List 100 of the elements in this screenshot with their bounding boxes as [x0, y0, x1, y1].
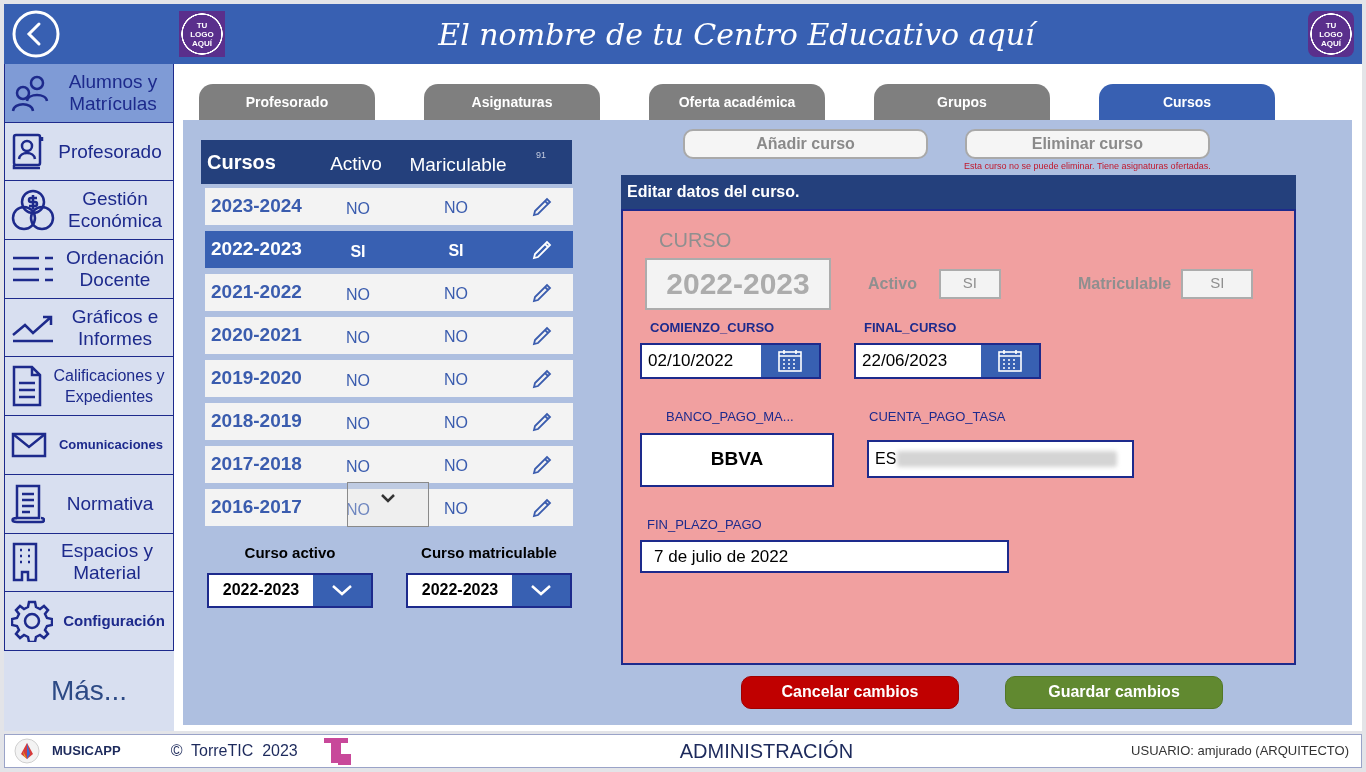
cancel-button[interactable]: Cancelar cambios [741, 675, 959, 709]
calendar-icon [997, 349, 1023, 373]
edit-icon[interactable] [531, 410, 553, 433]
document-icon [11, 365, 43, 408]
active-cell-text: NO [345, 284, 371, 305]
enrollable-cell-text: NO [443, 455, 469, 476]
course-cell-text: 2016-2017 [210, 495, 303, 520]
sidebar-item[interactable]: Calificaciones y Expedientes [4, 356, 174, 417]
table-row[interactable]: 2018-2019 NO NO [205, 403, 573, 440]
field-label: Curso matriculable [421, 543, 557, 563]
back-icon[interactable] [12, 10, 60, 58]
course-cell-text: 2022-2023 [210, 237, 303, 262]
edit-icon[interactable] [531, 238, 553, 261]
tab[interactable]: Asignaturas [424, 84, 600, 120]
edit-icon[interactable] [531, 324, 553, 347]
column-header: Activo [329, 151, 383, 176]
column-header: Cursos [206, 150, 277, 175]
tab[interactable]: Grupos [874, 84, 1050, 120]
enrollable-cell-text: NO [443, 326, 469, 347]
enrollable-cell-text: NO [443, 498, 469, 519]
field-label: Curso activo [244, 543, 336, 563]
edit-icon[interactable] [531, 281, 553, 304]
active-cell-text: SI [349, 241, 367, 262]
field-label: CUENTA_PAGO_TASA [868, 408, 1007, 426]
course-cell-text: 2023-2024 [210, 194, 303, 219]
chevron-down-icon [380, 493, 396, 503]
field-label: BANCO_PAGO_MA... [665, 408, 795, 426]
field-label: FINAL_CURSO [863, 318, 958, 337]
sidebar-item[interactable]: Configuración [4, 591, 174, 651]
table-row[interactable]: 2019-2020 NO NO [205, 360, 573, 397]
enrollable-cell-text: NO [443, 412, 469, 433]
save-button[interactable]: Guardar cambios [1005, 675, 1223, 709]
field-label: Activo [868, 273, 917, 294]
table-row[interactable]: 2023-2024 NO NO [205, 188, 573, 225]
dropdown-popup[interactable] [347, 482, 429, 527]
edit-icon[interactable] [531, 496, 553, 519]
sidebar-item[interactable]: Gestión Económica [4, 180, 174, 241]
tower-logo-icon [321, 736, 352, 766]
table-row[interactable]: 2020-2021 NO NO [205, 317, 573, 354]
course-cell-text: 2021-2022 [210, 280, 303, 305]
chevron-down-icon [331, 584, 353, 596]
app-logo-icon [14, 738, 40, 764]
app-title: El nombre de tu Centro Educativo aquí [225, 11, 1308, 57]
app-name: MUSICAPP [52, 742, 121, 761]
chevron-down-icon [530, 584, 552, 596]
sidebar-item[interactable]: Alumnos y Matrículas [4, 63, 174, 123]
calendar-icon [777, 349, 803, 373]
tab[interactable]: Oferta académica [649, 84, 825, 120]
date-field[interactable]: 22/06/2023 [854, 343, 1041, 379]
enrollable-cell-text: NO [443, 197, 469, 218]
sidebar-item[interactable]: Gráficos e Informes [4, 297, 174, 358]
table-row[interactable]: 2021-2022 NO NO [205, 274, 573, 311]
dropdown[interactable]: 2022-2023 [406, 572, 572, 608]
active-cell-text: NO [345, 198, 371, 219]
scroll-icon [11, 483, 45, 524]
section-title: ADMINISTRACIÓN [679, 739, 854, 764]
form-title: Editar datos del curso. [621, 174, 1296, 209]
sidebar-item[interactable]: Profesorado [4, 121, 174, 182]
table-row[interactable]: 2022-2023 SI SI [205, 231, 573, 268]
record-count: 91 [536, 149, 546, 163]
envelope-icon [11, 431, 47, 458]
enrollable-cell-text: NO [443, 283, 469, 304]
bank-field[interactable]: BBVA [640, 432, 834, 487]
enrollable-cell-text: NO [443, 369, 469, 390]
enrollable-cell-text: SI [447, 240, 465, 261]
column-header: Mariculable [408, 152, 508, 177]
active-cell-text: NO [345, 327, 371, 348]
field-label: COMIENZO_CURSO [649, 318, 776, 337]
active-cell-text: NO [345, 413, 371, 434]
account-field[interactable]: ES [867, 439, 1134, 478]
sidebar-item[interactable]: Comunicaciones [4, 415, 174, 475]
active-cell-text: NO [345, 456, 371, 477]
building-icon [11, 542, 39, 583]
course-cell-text: 2017-2018 [210, 452, 303, 477]
logo-badge: TU LOGO AQUÍ [179, 11, 225, 57]
sidebar-item[interactable]: Ordenación Docente [4, 239, 174, 299]
contact-book-icon [11, 132, 45, 171]
table-row[interactable]: 2017-2018 NO NO [205, 446, 573, 483]
tab[interactable]: Profesorado [199, 84, 375, 120]
sidebar-item[interactable]: Normativa [4, 473, 174, 534]
error-message: Esta curso no se puede eliminar. Tiene asignaturas ofertadas. [964, 160, 1211, 173]
tab[interactable]: Cursos [1099, 84, 1275, 120]
dropdown[interactable]: 2022-2023 [207, 572, 373, 608]
copyright-text: © TorreTIC 2023 [170, 741, 298, 761]
edit-icon[interactable] [531, 453, 553, 476]
user-label: USUARIO: amjurado (ARQUITECTO) [1131, 742, 1349, 761]
edit-icon[interactable] [531, 367, 553, 390]
settings-icon [11, 600, 53, 643]
logo-badge: TU LOGO AQUÍ [1308, 11, 1354, 57]
active-field[interactable]: SI [938, 268, 1001, 299]
sidebar-item[interactable]: Espacios y Material [4, 532, 174, 593]
course-cell-text: 2020-2021 [210, 323, 303, 348]
field-label: Matriculable [1077, 273, 1172, 294]
course-cell-text: 2019-2020 [210, 366, 303, 391]
more-link[interactable]: Más... [50, 669, 128, 712]
course-cell-text: 2018-2019 [210, 409, 303, 434]
coins-icon [11, 188, 55, 233]
date-field[interactable]: 02/10/2022 [640, 343, 821, 379]
edit-icon[interactable] [531, 195, 553, 218]
date-field[interactable]: 7 de julio de 2022 [640, 540, 1009, 573]
